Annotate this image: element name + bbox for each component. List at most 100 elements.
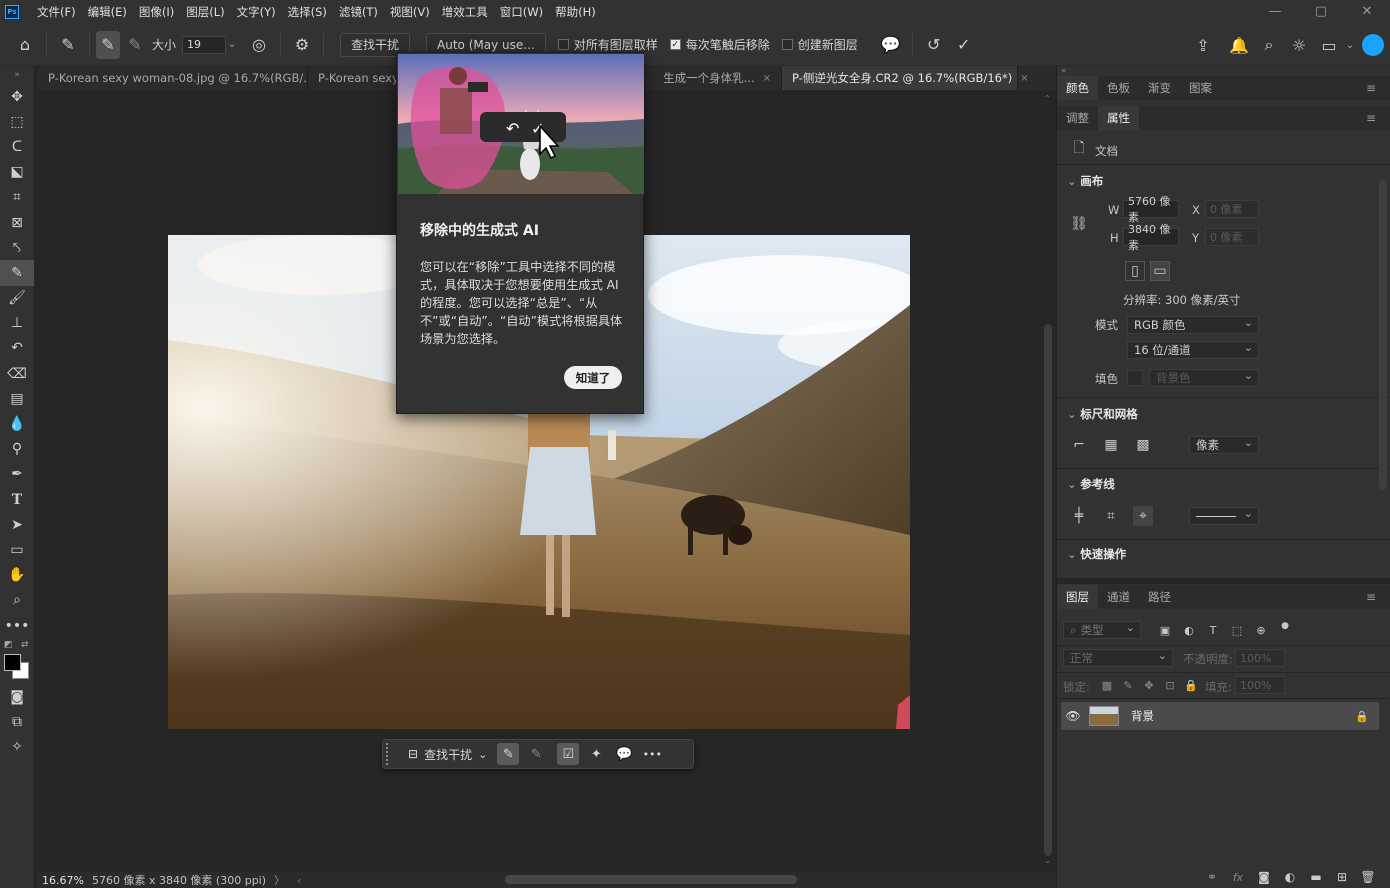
- crop-tool-icon[interactable]: ⌗: [0, 185, 34, 210]
- minimize-button[interactable]: —: [1252, 0, 1298, 22]
- foreground-color-swatch[interactable]: [4, 654, 21, 672]
- guides-section-header[interactable]: ⌄ 参考线: [1067, 476, 1115, 492]
- menu-edit[interactable]: 编辑(E): [82, 4, 133, 20]
- maximize-button[interactable]: ▢: [1298, 0, 1344, 22]
- filter-smart-icon[interactable]: ⊕: [1251, 620, 1271, 640]
- tab-gradients[interactable]: 渐变: [1139, 76, 1180, 100]
- fill-opacity-field[interactable]: 100%: [1235, 676, 1285, 694]
- eye-icon[interactable]: 👁: [1061, 709, 1085, 723]
- subtract-brush-mode-icon[interactable]: ✎: [120, 31, 150, 59]
- x-field[interactable]: 0 像素: [1205, 200, 1259, 218]
- menu-filter[interactable]: 滤镜(T): [333, 4, 384, 20]
- adjustment-layer-icon[interactable]: ◐: [1277, 870, 1303, 884]
- dodge-tool-icon[interactable]: ⚲: [0, 437, 34, 462]
- collapse-icon[interactable]: «: [1057, 66, 1390, 76]
- landscape-icon[interactable]: ▭: [1150, 261, 1170, 281]
- vertical-scrollbar[interactable]: ⌃ ⌄: [1041, 90, 1055, 872]
- rulers-section-header[interactable]: ⌄ 标尺和网格: [1067, 406, 1138, 422]
- path-selection-icon[interactable]: ➤: [0, 512, 34, 537]
- cloud-icon[interactable]: [1362, 34, 1384, 56]
- workspace-icon[interactable]: ▭: [1314, 31, 1344, 59]
- menu-layer[interactable]: 图层(L): [180, 4, 230, 20]
- generative-icon[interactable]: ✧: [0, 735, 34, 760]
- lasso-tool-icon[interactable]: ᑕ: [0, 134, 34, 159]
- eyedropper-tool-icon[interactable]: ⤣: [0, 235, 34, 260]
- horizontal-scrollbar-thumb[interactable]: [505, 875, 797, 884]
- filter-pixel-icon[interactable]: ▣: [1155, 620, 1175, 640]
- tab-document-2[interactable]: P-Korean sexy w: [308, 66, 398, 90]
- status-arrow-icon[interactable]: 〉: [274, 872, 285, 888]
- panel-menu-icon[interactable]: ≡: [1357, 76, 1385, 100]
- stamp-tool-icon[interactable]: ⊥: [0, 311, 34, 336]
- lock-transparent-icon[interactable]: ▩: [1097, 675, 1117, 695]
- menu-plugins[interactable]: 增效工具: [436, 4, 494, 20]
- comment-icon[interactable]: 💬: [876, 31, 906, 59]
- brush-tool-icon[interactable]: 🖌: [0, 286, 34, 311]
- lock-guides-icon[interactable]: ⌗: [1101, 506, 1121, 526]
- menu-window[interactable]: 窗口(W): [494, 4, 549, 20]
- scrollbar-thumb[interactable]: [1044, 324, 1052, 856]
- remove-after-stroke-checkbox[interactable]: ✓ 每次笔触后移除: [669, 36, 770, 53]
- height-field[interactable]: 3840 像素: [1123, 223, 1179, 252]
- size-input[interactable]: 19: [182, 35, 227, 54]
- more-options-icon[interactable]: •••: [641, 743, 663, 765]
- color-mode-dropdown[interactable]: RGB 颜色: [1127, 316, 1259, 334]
- gradient-tool-icon[interactable]: ▤: [0, 386, 34, 411]
- tab-document-1[interactable]: P-Korean sexy woman-08.jpg @ 16.7%(RGB/.…: [38, 66, 331, 90]
- pressure-size-icon[interactable]: ◎: [244, 31, 274, 59]
- ruler-icon[interactable]: ⌐: [1069, 435, 1089, 455]
- lightbulb-icon[interactable]: ☼: [1284, 31, 1314, 59]
- guides-icon[interactable]: ╪: [1069, 506, 1089, 526]
- layer-row-background[interactable]: 👁 背景 🔒: [1061, 702, 1379, 730]
- menu-file[interactable]: 文件(F): [31, 4, 82, 20]
- menu-type[interactable]: 文字(Y): [231, 4, 282, 20]
- opacity-field[interactable]: 100%: [1235, 649, 1285, 667]
- find-distractions-dropdown[interactable]: ⊟ 查找干扰 ⌄: [408, 743, 487, 765]
- gear-icon[interactable]: ⚙: [287, 31, 317, 59]
- smart-guides-icon[interactable]: ⌖: [1133, 506, 1153, 526]
- lock-artboard-icon[interactable]: ⊡: [1160, 675, 1180, 695]
- fx-icon[interactable]: fx: [1225, 871, 1251, 884]
- scroll-left-icon[interactable]: ‹: [297, 874, 301, 887]
- new-layer-icon[interactable]: ⊞: [1329, 870, 1355, 884]
- history-brush-icon[interactable]: ↶: [0, 336, 34, 361]
- default-colors-icon[interactable]: ◩: [4, 640, 13, 650]
- tab-document-active[interactable]: P-侧逆光女全身.CR2 @ 16.7%(RGB/16*) ×: [782, 66, 1029, 90]
- link-layers-icon[interactable]: ⚭: [1199, 870, 1225, 884]
- tab-paths[interactable]: 路径: [1139, 585, 1180, 609]
- menu-image[interactable]: 图像(I): [133, 4, 180, 20]
- grid-icon[interactable]: ▦: [1101, 435, 1121, 455]
- blend-mode-dropdown[interactable]: 正常: [1063, 649, 1173, 667]
- zoom-level[interactable]: 16.67%: [42, 874, 84, 887]
- panel-menu-icon[interactable]: ≡: [1357, 106, 1385, 130]
- share-icon[interactable]: ⇪: [1188, 31, 1218, 59]
- panel-menu-icon[interactable]: ≡: [1357, 585, 1385, 609]
- tab-channels[interactable]: 通道: [1098, 585, 1139, 609]
- home-icon[interactable]: ⌂: [10, 31, 40, 59]
- type-tool-icon[interactable]: T: [0, 487, 34, 512]
- subtract-brush-icon[interactable]: ✎: [525, 743, 547, 765]
- filter-shape-icon[interactable]: ⬚: [1227, 620, 1247, 640]
- generate-icon[interactable]: ✦: [585, 743, 607, 765]
- chevron-down-icon[interactable]: ⌄: [1044, 856, 1051, 865]
- filter-adjustment-icon[interactable]: ◐: [1179, 620, 1199, 640]
- menu-select[interactable]: 选择(S): [282, 4, 333, 20]
- mask-icon[interactable]: ◙: [1251, 870, 1277, 884]
- tab-swatches[interactable]: 色板: [1098, 76, 1139, 100]
- zoom-tool-icon[interactable]: ⌕: [0, 588, 34, 613]
- menu-view[interactable]: 视图(V): [384, 4, 436, 20]
- trash-icon[interactable]: 🗑: [1355, 870, 1381, 884]
- close-window-button[interactable]: ✕: [1344, 0, 1390, 22]
- fill-dropdown[interactable]: 背景色: [1149, 369, 1259, 387]
- got-it-button[interactable]: 知道了: [564, 366, 622, 389]
- chevron-down-icon[interactable]: ⌄: [226, 31, 238, 59]
- tab-properties[interactable]: 属性: [1098, 106, 1139, 130]
- object-selection-tool-icon[interactable]: ⬕: [0, 160, 34, 185]
- undo-icon[interactable]: ↺: [919, 31, 949, 59]
- y-field[interactable]: 0 像素: [1205, 228, 1259, 246]
- lock-position-icon[interactable]: ✥: [1139, 675, 1159, 695]
- remove-tool-icon[interactable]: ✎: [0, 260, 34, 286]
- link-icon[interactable]: ⛓: [1069, 214, 1089, 234]
- comment-icon[interactable]: 💬: [613, 743, 635, 765]
- guide-style-dropdown[interactable]: [1189, 507, 1259, 525]
